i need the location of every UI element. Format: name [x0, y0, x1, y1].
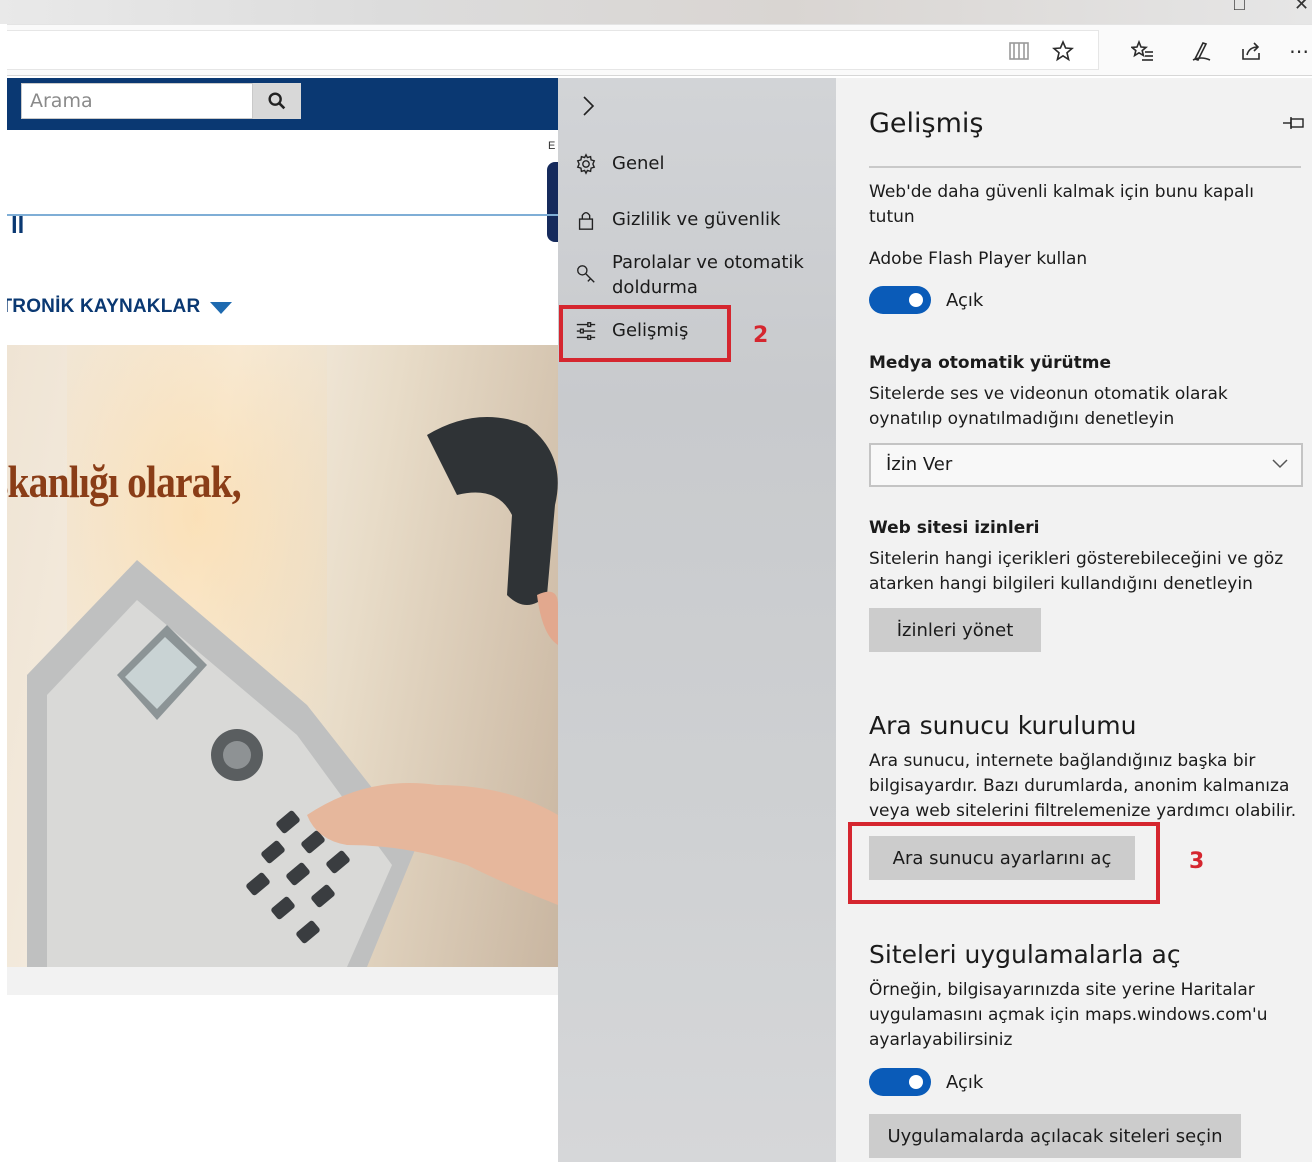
apps-toggle-state: Açık	[946, 1072, 984, 1093]
search-icon	[268, 92, 286, 110]
gear-icon	[574, 152, 598, 176]
web-page: Arama E ll İTRONİK KAYNAKLAR şkanlığı ol…	[7, 78, 558, 1162]
settings-nav-panel: Genel Gizlilik ve güvenlik Parolalar ve …	[558, 78, 836, 1162]
page-title: Gelişmiş	[869, 108, 984, 139]
apps-toggle[interactable]	[869, 1068, 931, 1096]
nav-menu-electronic-resources[interactable]: İTRONİK KAYNAKLAR	[7, 296, 233, 318]
favorite-star-icon[interactable]	[1041, 25, 1085, 77]
media-autoplay-select[interactable]: İzin Ver	[869, 443, 1303, 487]
site-title-fragment: ll	[11, 212, 25, 239]
dropdown-triangle-icon	[210, 302, 233, 314]
annotation-number: 2	[753, 323, 769, 348]
annotation-highlight-box	[559, 305, 731, 362]
key-icon	[574, 262, 598, 286]
close-window-icon[interactable]: ✕	[1294, 0, 1309, 15]
annotation-number: 3	[1189, 849, 1205, 874]
collapse-chevron-icon[interactable]	[576, 94, 600, 118]
media-select-value: İzin Ver	[886, 454, 953, 475]
nav-menu-label: İTRONİK KAYNAKLAR	[7, 296, 201, 317]
nav-item-label: Parolalar ve otomatik doldurma	[612, 252, 804, 298]
pin-icon[interactable]	[1281, 114, 1307, 132]
media-heading: Medya otomatik yürütme	[869, 353, 1111, 373]
restore-icon[interactable]: □	[1234, 0, 1245, 15]
advanced-settings-pane: Gelişmiş Web'de daha güvenli kalmak için…	[836, 78, 1312, 1162]
search-input[interactable]: Arama	[21, 83, 253, 119]
apps-description: Örneğin, bilgisayarınızda site yerine Ha…	[869, 980, 1268, 1050]
apps-heading: Siteleri uygulamalarla aç	[869, 940, 1181, 969]
nav-item-label: Gizlilik ve güvenlik	[612, 209, 781, 230]
title-divider	[869, 166, 1301, 168]
favorites-hub-icon[interactable]	[1121, 25, 1165, 77]
proxy-heading: Ara sunucu kurulumu	[869, 711, 1137, 740]
media-description: Sitelerde ses ve videonun otomatik olara…	[869, 384, 1228, 429]
flash-note: Web'de daha güvenli kalmak için bunu kap…	[869, 182, 1254, 227]
search-button[interactable]	[253, 83, 301, 119]
nav-item-label: Genel	[612, 153, 665, 174]
flash-toggle[interactable]	[869, 286, 931, 314]
window-titlebar: □ ✕	[0, 0, 1312, 24]
share-icon[interactable]	[1229, 25, 1273, 77]
address-field[interactable]	[7, 30, 1099, 70]
manage-permissions-button[interactable]: İzinleri yönet	[869, 608, 1041, 652]
chevron-down-icon	[1272, 459, 1288, 469]
flash-toggle-state: Açık	[946, 290, 984, 311]
choose-app-sites-button[interactable]: Uygulamalarda açılacak siteleri seçin	[869, 1114, 1241, 1158]
nav-item-passwords[interactable]: Parolalar ve otomatik doldurma	[574, 250, 812, 300]
permissions-description: Sitelerin hangi içerikleri gösterebilece…	[869, 549, 1284, 594]
site-header: Arama	[7, 78, 558, 130]
browser-toolbar: ⋯	[7, 24, 1312, 76]
flash-label: Adobe Flash Player kullan	[869, 249, 1088, 269]
nav-item-general[interactable]: Genel	[574, 151, 665, 176]
telephone-illustration	[27, 417, 558, 967]
site-divider	[7, 214, 558, 216]
reading-view-icon[interactable]	[997, 25, 1041, 77]
lock-icon	[574, 208, 598, 232]
logo-letter: E	[548, 140, 556, 152]
site-logo-edge	[547, 162, 558, 242]
permissions-heading: Web sitesi izinleri	[869, 518, 1040, 538]
nav-item-privacy[interactable]: Gizlilik ve güvenlik	[574, 207, 780, 232]
more-icon[interactable]: ⋯	[1281, 25, 1312, 77]
web-note-icon[interactable]	[1179, 25, 1223, 77]
hero-image: şkanlığı olarak,	[7, 345, 558, 967]
proxy-description: Ara sunucu, internete bağlandığınız başk…	[869, 751, 1297, 821]
hero-title: şkanlığı olarak,	[7, 456, 242, 507]
annotation-highlight-box	[848, 822, 1160, 904]
page-footer-strip	[7, 967, 558, 995]
